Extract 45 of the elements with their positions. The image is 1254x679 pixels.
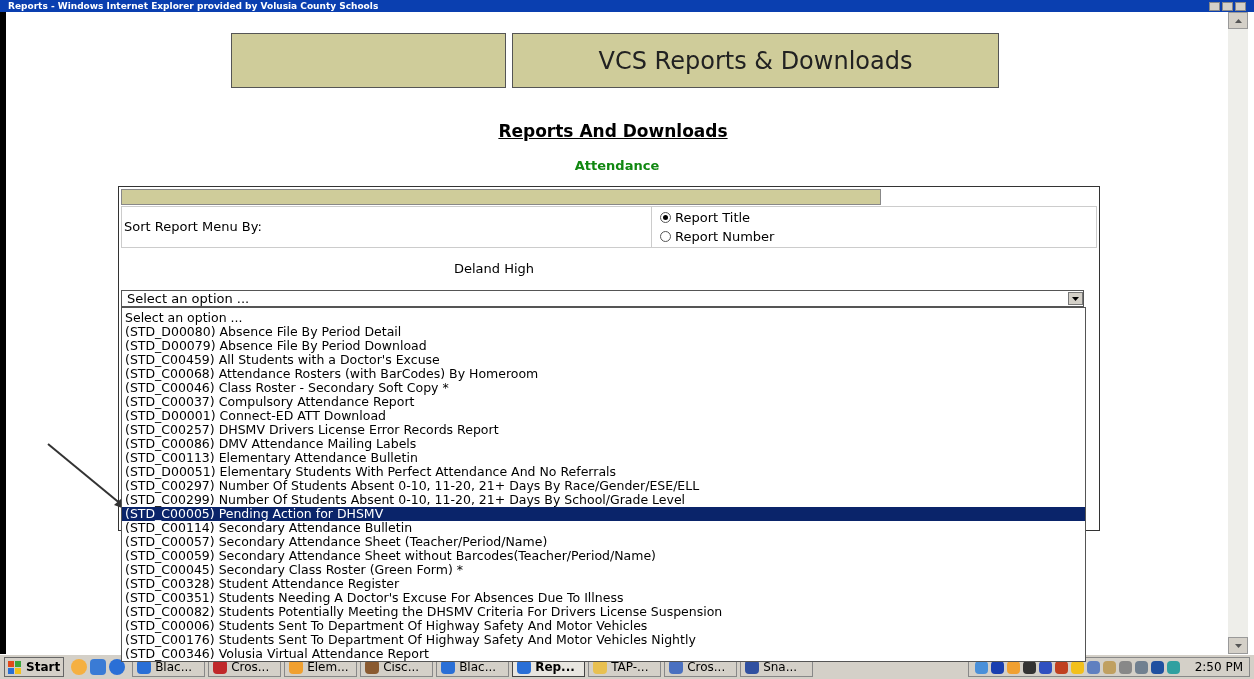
- dropdown-option[interactable]: (STD_C00045) Secondary Class Roster (Green Form) *: [122, 563, 1085, 577]
- dropdown-option[interactable]: (STD_D00079) Absence File By Period Download: [122, 339, 1085, 353]
- radio-label[interactable]: Report Number: [675, 227, 775, 246]
- dropdown-option[interactable]: (STD_D00080) Absence File By Period Detail: [122, 325, 1085, 339]
- dropdown-option[interactable]: (STD_C00082) Students Potentially Meeting the DHSMV Criteria For Drivers License Suspension: [122, 605, 1085, 619]
- dropdown-option[interactable]: (STD_C00068) Attendance Rosters (with BarCodes) By Homeroom: [122, 367, 1085, 381]
- dropdown-option[interactable]: (STD_C00059) Secondary Attendance Sheet without Barcodes(Teacher/Period/Name): [122, 549, 1085, 563]
- dropdown-option[interactable]: (STD_C00299) Number Of Students Absent 0-10, 11-20, 21+ Days By School/Grade Level: [122, 493, 1085, 507]
- dropdown-option[interactable]: (STD_C00351) Students Needing A Doctor's Excuse For Absences Due To Illness: [122, 591, 1085, 605]
- window-title: Reports - Windows Internet Explorer provided by Volusia County Schools: [8, 0, 379, 12]
- dropdown-option[interactable]: (STD_C00459) All Students with a Doctor's Excuse: [122, 353, 1085, 367]
- minimize-icon[interactable]: [1209, 1, 1220, 11]
- clock: 2:50 PM: [1194, 659, 1243, 676]
- sort-label: Sort Report Menu By:: [124, 218, 262, 237]
- school-name: Deland High: [454, 260, 535, 279]
- start-button[interactable]: Start: [4, 657, 65, 677]
- dropdown-option[interactable]: (STD_C00328) Student Attendance Register: [122, 577, 1085, 591]
- radio-button[interactable]: [660, 212, 671, 223]
- dropdown-option[interactable]: (STD_C00113) Elementary Attendance Bulletin: [122, 451, 1085, 465]
- category-label: Attendance: [574, 156, 660, 175]
- dropdown-option[interactable]: (STD_D00051) Elementary Students With Perfect Attendance And No Referrals: [122, 465, 1085, 479]
- scroll-up-icon[interactable]: [1228, 12, 1248, 29]
- dropdown-option[interactable]: (STD_C00046) Class Roster - Secondary Soft Copy *: [122, 381, 1085, 395]
- radio-label[interactable]: Report Title: [675, 208, 751, 227]
- radio-button[interactable]: [660, 231, 671, 242]
- dropdown-option[interactable]: (STD_C00086) DMV Attendance Mailing Labels: [122, 437, 1085, 451]
- banner-title: VCS Reports & Downloads: [598, 45, 913, 77]
- dropdown-option[interactable]: (STD_C00257) DHSMV Drivers License Error Records Report: [122, 423, 1085, 437]
- page-heading: Reports And Downloads: [498, 120, 728, 143]
- dropdown-option[interactable]: (STD_C00005) Pending Action for DHSMV: [122, 507, 1085, 521]
- scroll-down-icon[interactable]: [1228, 637, 1248, 654]
- dropdown-option[interactable]: (STD_C00297) Number Of Students Absent 0-10, 11-20, 21+ Days By Race/Gender/ESE/ELL: [122, 479, 1085, 493]
- dropdown-option[interactable]: (STD_C00037) Compulsory Attendance Report: [122, 395, 1085, 409]
- dropdown-option[interactable]: (STD_D00001) Connect-ED ATT Download: [122, 409, 1085, 423]
- dropdown-option[interactable]: (STD_C00114) Secondary Attendance Bulletin: [122, 521, 1085, 535]
- dropdown-option[interactable]: (STD_C00057) Secondary Attendance Sheet (Teacher/Period/Name): [122, 535, 1085, 549]
- quick-launch-icon[interactable]: [109, 659, 126, 675]
- windows-logo-icon: [8, 660, 22, 674]
- maximize-icon[interactable]: [1222, 1, 1233, 11]
- scrollbar[interactable]: [1228, 12, 1248, 654]
- dropdown-option[interactable]: (STD_C00176) Students Sent To Department Of Highway Safety And Motor Vehicles Nightly: [122, 633, 1085, 647]
- report-select[interactable]: Select an option ...: [121, 290, 1084, 307]
- dropdown-option[interactable]: Select an option ...: [122, 311, 1085, 325]
- close-icon[interactable]: [1235, 1, 1246, 11]
- dropdown-option[interactable]: (STD_C00006) Students Sent To Department Of Highway Safety And Motor Vehicles: [122, 619, 1085, 633]
